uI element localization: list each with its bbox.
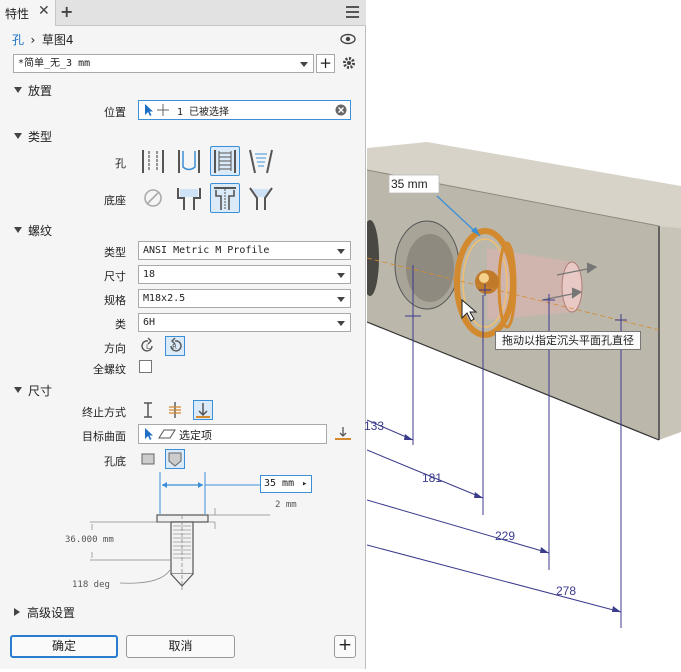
to-surface-icon[interactable] (193, 400, 213, 420)
designation-select[interactable]: M18x2.5 (138, 289, 351, 308)
termination-label: 终止方式 (82, 406, 126, 419)
designation-label: 规格 (104, 294, 126, 307)
angled-bottom-icon[interactable] (165, 449, 185, 469)
svg-text:L: L (146, 343, 150, 351)
target-surface-selector[interactable]: 选定项 (138, 424, 327, 444)
class-label: 类 (115, 318, 126, 331)
full-depth-label: 全螺纹 (93, 363, 126, 376)
section-title: 螺纹 (28, 224, 53, 238)
preset-select[interactable]: *简单_无_3 mm (13, 54, 314, 73)
position-label: 位置 (104, 106, 126, 119)
apply-plus-button[interactable]: + (334, 635, 356, 658)
section-title: 类型 (28, 130, 53, 144)
add-tab-icon[interactable]: + (60, 2, 73, 21)
thread-type-select[interactable]: ANSI Metric M Profile (138, 241, 351, 260)
dimension-133[interactable]: 133 (364, 419, 384, 433)
head-depth-label[interactable]: 2 mm (275, 500, 297, 510)
gear-icon[interactable] (342, 56, 356, 70)
section-title: 放置 (28, 84, 53, 98)
section-title: 尺寸 (28, 384, 53, 398)
tab-properties[interactable]: 特性 ✕ (0, 0, 56, 26)
spotface-icon[interactable] (210, 183, 240, 213)
properties-panel: 特性 ✕ + 孔 › 草图4 *简单_无_3 mm + 放置 位置 1 已被选择 (0, 0, 366, 669)
counterbore-icon[interactable] (174, 183, 204, 213)
target-surface-label: 目标曲面 (82, 430, 126, 443)
close-icon[interactable]: ✕ (38, 3, 50, 19)
collapse-icon (14, 227, 22, 233)
depth-label[interactable]: 36.000 mm (65, 535, 114, 545)
class-select[interactable]: 6H (138, 313, 351, 332)
thread-type-value: ANSI Metric M Profile (143, 245, 270, 256)
thread-size-label: 尺寸 (104, 270, 126, 283)
section-size[interactable]: 尺寸 (14, 382, 52, 399)
flat-bottom-icon[interactable] (138, 449, 158, 469)
chevron-right-icon: › (30, 33, 36, 47)
taper-tapped-hole-icon[interactable] (246, 146, 276, 176)
select-cursor-icon (145, 428, 176, 440)
clearance-hole-icon[interactable] (174, 146, 204, 176)
cancel-button[interactable]: 取消 (126, 635, 235, 658)
block-end-face (659, 226, 681, 440)
chevron-right-icon[interactable]: ▸ (302, 476, 307, 492)
tab-label: 特性 (5, 7, 30, 21)
drag-tooltip: 拖动以指定沉头平面孔直径 (495, 331, 641, 350)
collapse-icon (14, 133, 22, 139)
dimension-229[interactable]: 229 (495, 529, 515, 543)
eye-icon[interactable] (340, 33, 356, 45)
dimension-181[interactable]: 181 (422, 471, 442, 485)
dimension-278[interactable]: 278 (556, 584, 576, 598)
breadcrumb-feature[interactable]: 孔 (12, 33, 24, 47)
left-hand-icon[interactable]: L (138, 336, 158, 356)
direction-label: 方向 (104, 342, 126, 355)
hole-type-label: 孔 (115, 157, 126, 170)
section-title: 高级设置 (27, 606, 76, 620)
breadcrumb: 孔 › 草图4 (12, 31, 73, 48)
right-hand-icon[interactable]: R (165, 336, 185, 356)
section-type[interactable]: 类型 (14, 128, 52, 145)
ok-button[interactable]: 确定 (10, 635, 118, 658)
menu-icon[interactable] (346, 6, 359, 18)
graphics-viewport[interactable]: 35 mm 拖动以指定沉头平面孔直径 133 181 229 278 (361, 0, 681, 669)
simple-hole-icon[interactable] (138, 146, 168, 176)
countersink-icon[interactable] (246, 183, 276, 213)
collapse-icon (14, 387, 22, 393)
select-cursor-icon (145, 104, 169, 116)
clear-icon[interactable] (335, 104, 347, 116)
diameter-value: 35 mm (264, 478, 295, 489)
seat-label: 底座 (104, 194, 126, 207)
add-preset-button[interactable]: + (316, 54, 335, 73)
diameter-input[interactable]: 35 mm ▸ (260, 475, 312, 493)
thread-size-value: 18 (143, 269, 156, 280)
panel-titlebar: 特性 ✕ + (0, 0, 366, 26)
class-value: 6H (143, 317, 156, 328)
breadcrumb-sketch[interactable]: 草图4 (42, 33, 74, 47)
no-seat-icon[interactable] (138, 183, 168, 213)
position-selector[interactable]: 1 已被选择 (138, 100, 351, 120)
collapse-icon (14, 87, 22, 93)
through-all-icon[interactable] (165, 400, 185, 420)
drill-angle-label[interactable]: 118 deg (72, 580, 110, 590)
bottom-label: 孔底 (104, 455, 126, 468)
full-depth-checkbox[interactable] (139, 360, 152, 373)
designation-value: M18x2.5 (143, 293, 186, 304)
position-value: 1 已被选择 (177, 107, 230, 118)
diameter-callout[interactable]: 35 mm (391, 177, 428, 191)
thread-type-label: 类型 (104, 246, 126, 259)
preset-value: *简单_无_3 mm (18, 58, 91, 69)
expand-icon (14, 608, 20, 616)
section-placement[interactable]: 放置 (14, 82, 52, 99)
distance-termination-icon[interactable] (138, 400, 158, 420)
section-thread[interactable]: 螺纹 (14, 222, 52, 239)
flip-direction-icon[interactable] (334, 425, 352, 443)
thread-size-select[interactable]: 18 (138, 265, 351, 284)
target-surface-value: 选定项 (179, 429, 212, 442)
section-advanced[interactable]: 高级设置 (14, 604, 75, 621)
tapped-hole-icon[interactable] (210, 146, 240, 176)
svg-text:R: R (172, 343, 177, 351)
